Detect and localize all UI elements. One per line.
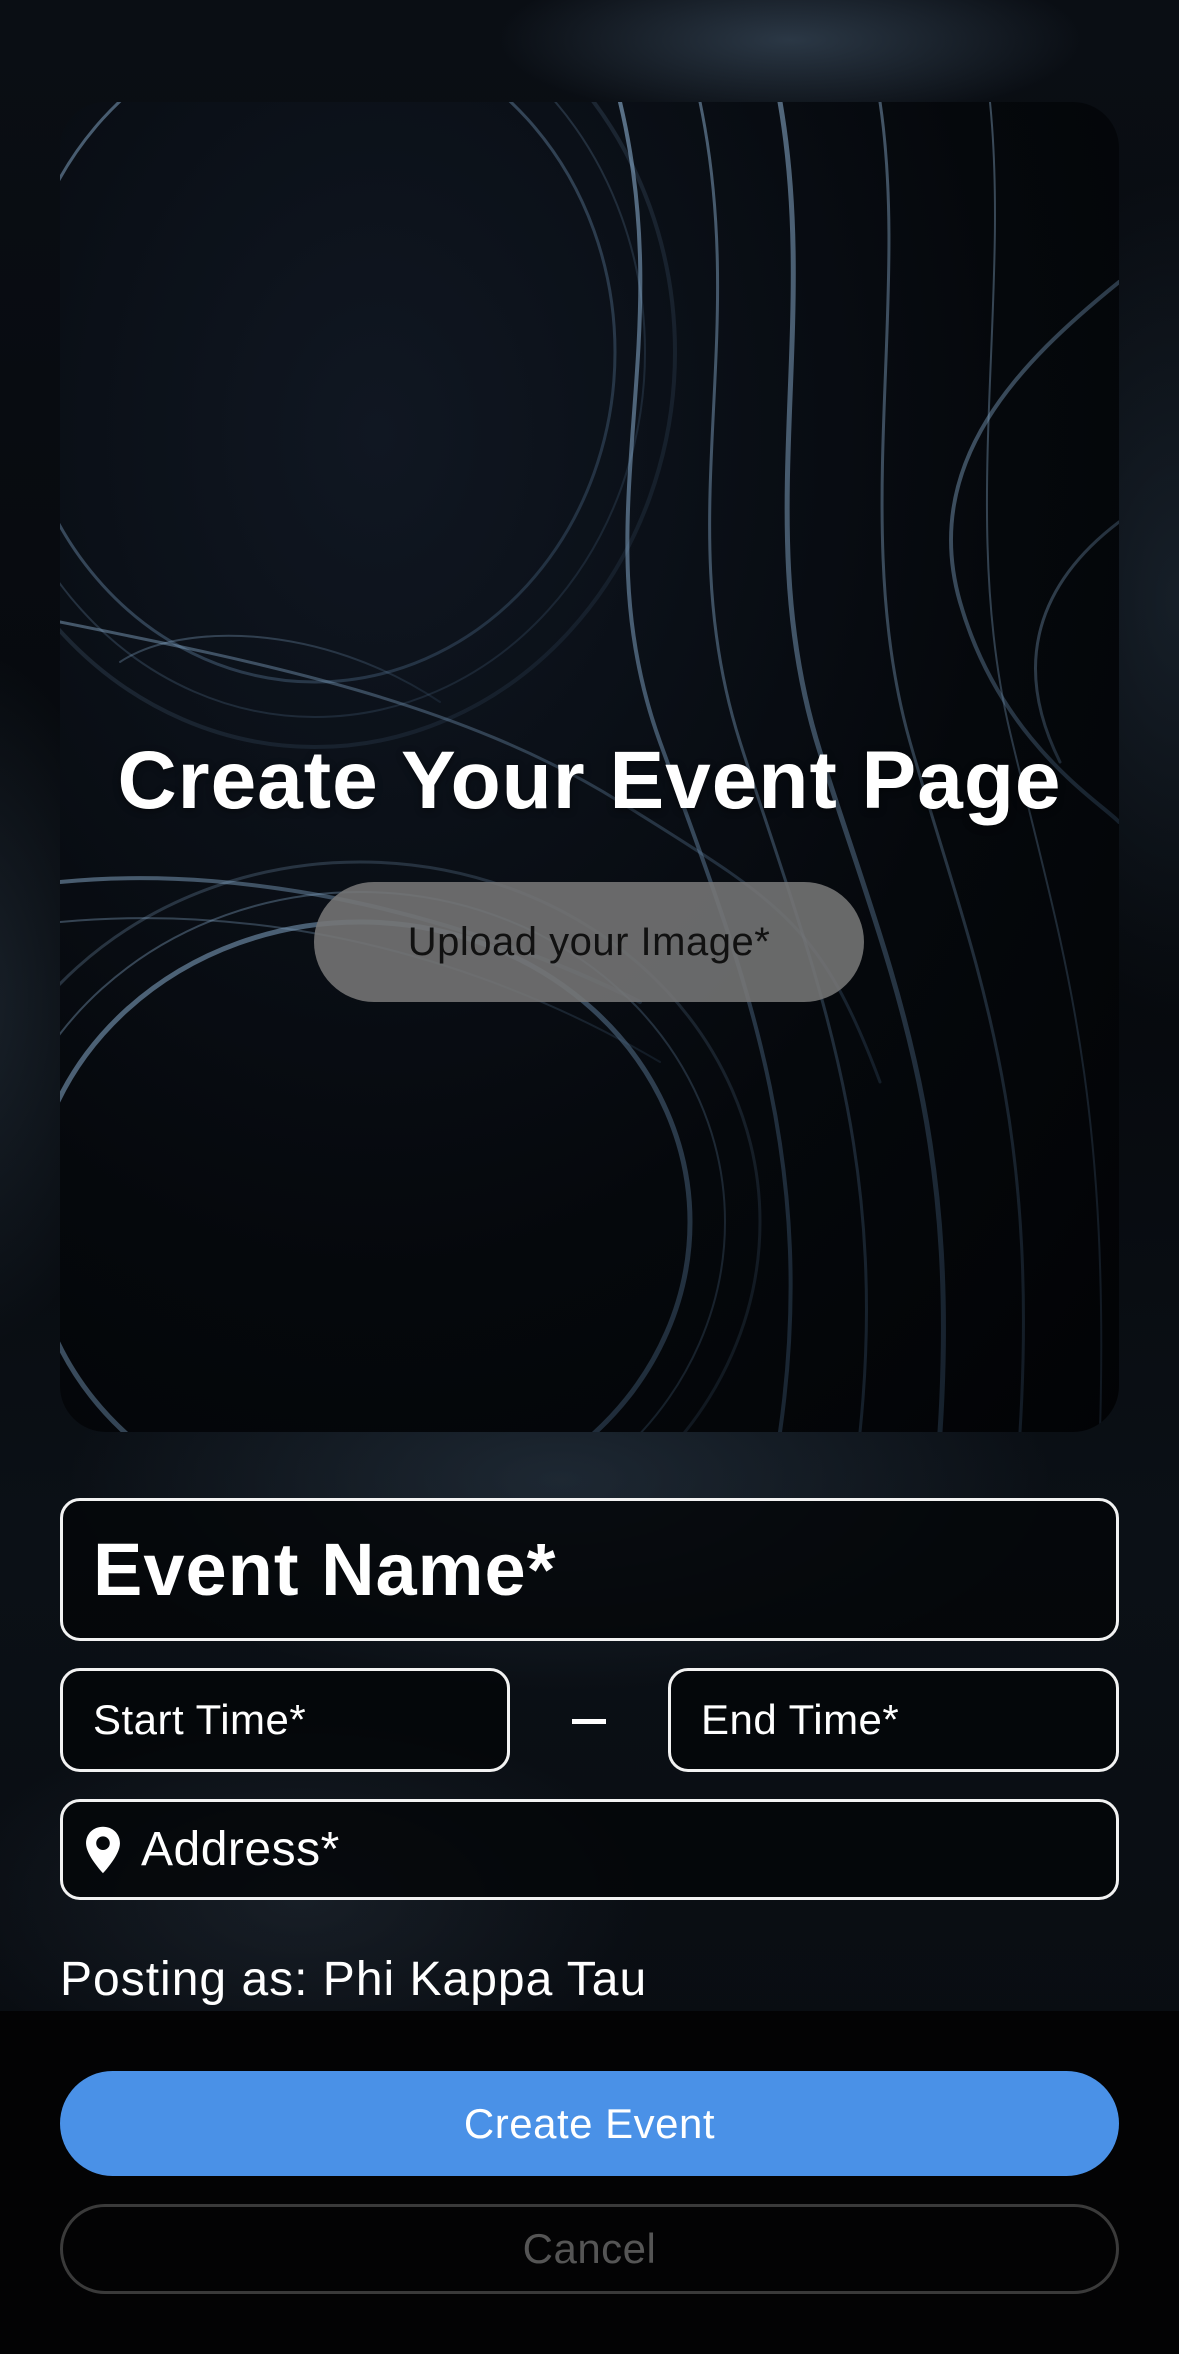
end-time-placeholder: End Time* [701, 1696, 900, 1743]
event-name-placeholder: Event Name* [93, 1528, 557, 1611]
event-name-field[interactable]: Event Name* [60, 1498, 1119, 1641]
location-pin-icon [81, 1825, 125, 1875]
create-event-button[interactable]: Create Event [60, 2071, 1119, 2176]
address-field[interactable]: Address* [60, 1799, 1119, 1900]
cancel-button[interactable]: Cancel [60, 2204, 1119, 2294]
time-range-separator [572, 1719, 606, 1724]
start-time-placeholder: Start Time* [93, 1696, 307, 1743]
bottom-action-bar [0, 2011, 1179, 2354]
page-title: Create Your Event Page [117, 735, 1062, 826]
event-cover-image[interactable]: Create Your Event Page Upload your Image… [60, 102, 1119, 1432]
end-time-field[interactable]: End Time* [668, 1668, 1119, 1772]
posting-as-label: Posting as: Phi Kappa Tau [60, 1953, 648, 2006]
upload-image-button[interactable]: Upload your Image* [314, 882, 864, 1002]
create-event-screen: Create Your Event Page Upload your Image… [0, 0, 1179, 2354]
address-placeholder: Address* [141, 1823, 340, 1876]
start-time-field[interactable]: Start Time* [60, 1668, 510, 1772]
